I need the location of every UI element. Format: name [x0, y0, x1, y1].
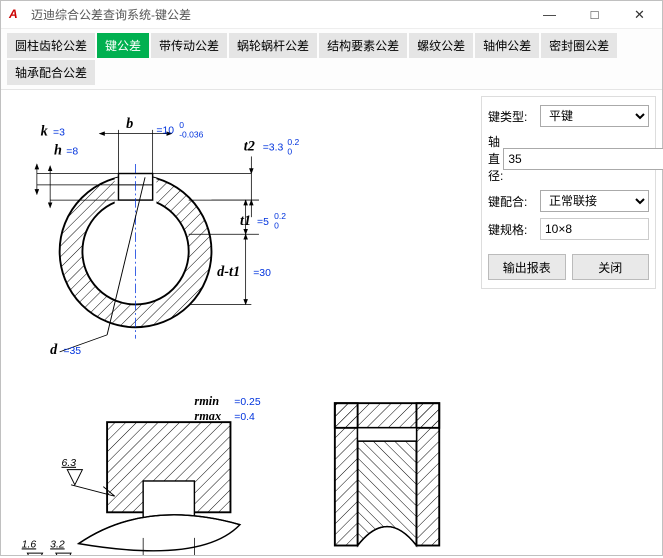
static-key-spec: 10×8	[540, 218, 649, 240]
label-b-top: b	[126, 116, 133, 132]
close-window-button[interactable]: ✕	[617, 1, 662, 28]
maximize-button[interactable]: □	[572, 1, 617, 28]
window-buttons: — □ ✕	[527, 1, 662, 28]
label-key-spec: 键规格:	[488, 221, 540, 238]
technical-drawing: k =3 h =8 b =10 0 -0.036 t2 =3.3 0.2 0 t…	[1, 90, 477, 555]
value-rmax: =0.4	[234, 412, 255, 423]
label-rmin: rmin	[194, 394, 219, 408]
value-b-top: =10	[156, 126, 174, 137]
tol-b-up: 0	[179, 120, 184, 130]
window-title: 迈迪综合公差查询系统-键公差	[31, 6, 527, 23]
tol-b-low: -0.036	[179, 129, 203, 139]
label-rmax: rmax	[194, 409, 221, 423]
title-bar: A 迈迪综合公差查询系统-键公差 — □ ✕	[1, 1, 662, 29]
tol-t2-up: 0.2	[287, 137, 299, 147]
value-h: =8	[66, 147, 78, 158]
app-window: A 迈迪综合公差查询系统-键公差 — □ ✕ 圆柱齿轮公差 键公差 带传动公差 …	[0, 0, 663, 556]
tab-bar: 圆柱齿轮公差 键公差 带传动公差 蜗轮蜗杆公差 结构要素公差 螺纹公差 轴伸公差…	[1, 29, 662, 90]
label-t1: t1	[240, 213, 251, 229]
tab-seal-ring[interactable]: 密封圈公差	[541, 33, 617, 58]
side-form-panel: 键类型: 平键 轴直径: 键配合: 正常联接 键规格: 10×8 输出报表	[481, 96, 656, 289]
close-button[interactable]: 关闭	[572, 254, 650, 280]
tol-t2-low: 0	[287, 147, 292, 157]
label-h: h	[54, 143, 62, 159]
report-button[interactable]: 输出报表	[488, 254, 566, 280]
minimize-button[interactable]: —	[527, 1, 572, 28]
rough-1-6: 1.6	[22, 539, 37, 550]
rough-6-3: 6.3	[62, 458, 77, 469]
tab-belt-drive[interactable]: 带传动公差	[151, 33, 227, 58]
tol-t1-low: 0	[274, 221, 279, 231]
label-d-t1: d-t1	[217, 264, 240, 280]
app-logo-icon: A	[9, 7, 25, 23]
tab-key[interactable]: 键公差	[97, 33, 149, 58]
content-area: k =3 h =8 b =10 0 -0.036 t2 =3.3 0.2 0 t…	[1, 90, 662, 555]
diagram-area: k =3 h =8 b =10 0 -0.036 t2 =3.3 0.2 0 t…	[1, 90, 477, 555]
input-shaft-dia[interactable]	[503, 148, 663, 170]
label-t2: t2	[244, 139, 255, 155]
value-d: =35	[63, 346, 81, 357]
value-t1: =5	[257, 217, 269, 228]
value-k: =3	[53, 128, 65, 139]
label-shaft-dia: 轴直径:	[488, 133, 503, 184]
tab-worm-gear[interactable]: 蜗轮蜗杆公差	[229, 33, 317, 58]
value-rmin: =0.25	[234, 397, 261, 408]
tab-bearing-fit[interactable]: 轴承配合公差	[7, 60, 95, 85]
label-key-type: 键类型:	[488, 108, 540, 125]
tab-shaft-ext[interactable]: 轴伸公差	[475, 33, 539, 58]
label-d: d	[50, 342, 58, 358]
tab-thread[interactable]: 螺纹公差	[409, 33, 473, 58]
tab-cylindrical-gear[interactable]: 圆柱齿轮公差	[7, 33, 95, 58]
value-t2: =3.3	[263, 143, 284, 154]
label-key-fit: 键配合:	[488, 193, 540, 210]
tol-t1-up: 0.2	[274, 211, 286, 221]
select-key-fit[interactable]: 正常联接	[540, 190, 649, 212]
rough-3-2: 3.2	[50, 539, 65, 550]
label-k: k	[41, 124, 48, 140]
tab-structural[interactable]: 结构要素公差	[319, 33, 407, 58]
value-d-t1: =30	[253, 268, 271, 279]
select-key-type[interactable]: 平键	[540, 105, 649, 127]
